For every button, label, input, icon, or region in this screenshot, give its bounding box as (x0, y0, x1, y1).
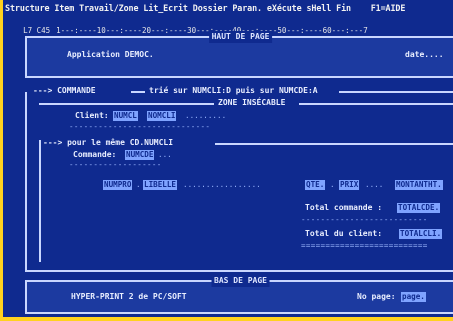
divider (339, 91, 453, 93)
separator-line: ----------------------------- (69, 122, 211, 131)
client-label: Client: (75, 111, 109, 120)
total-client-label: Total du client: (305, 229, 383, 238)
libelle-dots: ................. (183, 180, 261, 189)
qte-dots: . (330, 180, 335, 189)
column-ruler: L7 C451---:----10---:----20---:----30---… (5, 14, 453, 35)
pour-le-meme-label: ---> pour le même CD.NUMCLI (43, 138, 174, 147)
prix-dots: .... (365, 180, 384, 189)
header-zone[interactable]: HAUT DE PAGE Application DEMOC. date.... (25, 31, 453, 78)
prix-field[interactable]: PRIX (339, 180, 360, 190)
numcde-field[interactable]: NUMCDE (125, 150, 155, 160)
footer-product-label: HYPER-PRINT 2 de PC/SOFT (71, 292, 187, 301)
divider (39, 103, 214, 105)
cursor-position: L7 C45 (23, 26, 51, 35)
numcl-field[interactable]: NUMCL (113, 111, 138, 121)
commande-label: Commande: (73, 150, 117, 159)
divider (215, 143, 453, 145)
divider (131, 91, 145, 93)
separator-line: ------------------- (69, 160, 162, 169)
separator-line: ========================== (301, 241, 428, 250)
numpro-field[interactable]: NUMPRO (103, 180, 133, 190)
header-zone-title: HAUT DE PAGE (208, 31, 273, 43)
application-label: Application DEMOC. (67, 50, 154, 59)
totalcli-field[interactable]: TOTALCLI. (399, 229, 443, 239)
totalcde-field[interactable]: TOTALCDE. (397, 203, 441, 213)
footer-zone[interactable]: BAS DE PAGE HYPER-PRINT 2 de PC/SOFT No … (25, 275, 453, 314)
sort-criteria: trié sur NUMCLI:D puis sur NUMCDE:A (149, 86, 318, 95)
nomcli-dots: ......... (185, 111, 227, 120)
frame-edge (39, 140, 41, 262)
menu-bar[interactable]: Structure Item Travail/Zone Lit_Ecrit Do… (5, 2, 453, 14)
libelle-field[interactable]: LIBELLE (143, 180, 178, 190)
divider (25, 270, 453, 272)
nomcli-field[interactable]: NOMCLI (147, 111, 177, 121)
numcde-dots: ... (158, 150, 172, 159)
numpro-dots: . (136, 180, 141, 189)
qte-field[interactable]: QTE. (305, 180, 326, 190)
footer-zone-title: BAS DE PAGE (211, 275, 270, 287)
editor-screen: Structure Item Travail/Zone Lit_Ecrit Do… (0, 0, 453, 321)
date-label: date.... (405, 50, 444, 59)
commande-arrow-label: ---> COMMANDE (33, 86, 96, 95)
divider (299, 103, 453, 105)
zone-insecable-title: ZONE INSÉCABLE (218, 98, 286, 107)
page-field[interactable]: page. (401, 292, 426, 302)
page-number-label: No page: (357, 292, 396, 301)
montantht-field[interactable]: MONTANTHT. (395, 180, 443, 190)
total-commande-label: Total commande : (305, 203, 383, 212)
frame-edge (25, 92, 27, 272)
separator-line: -------------------------- (301, 215, 428, 224)
